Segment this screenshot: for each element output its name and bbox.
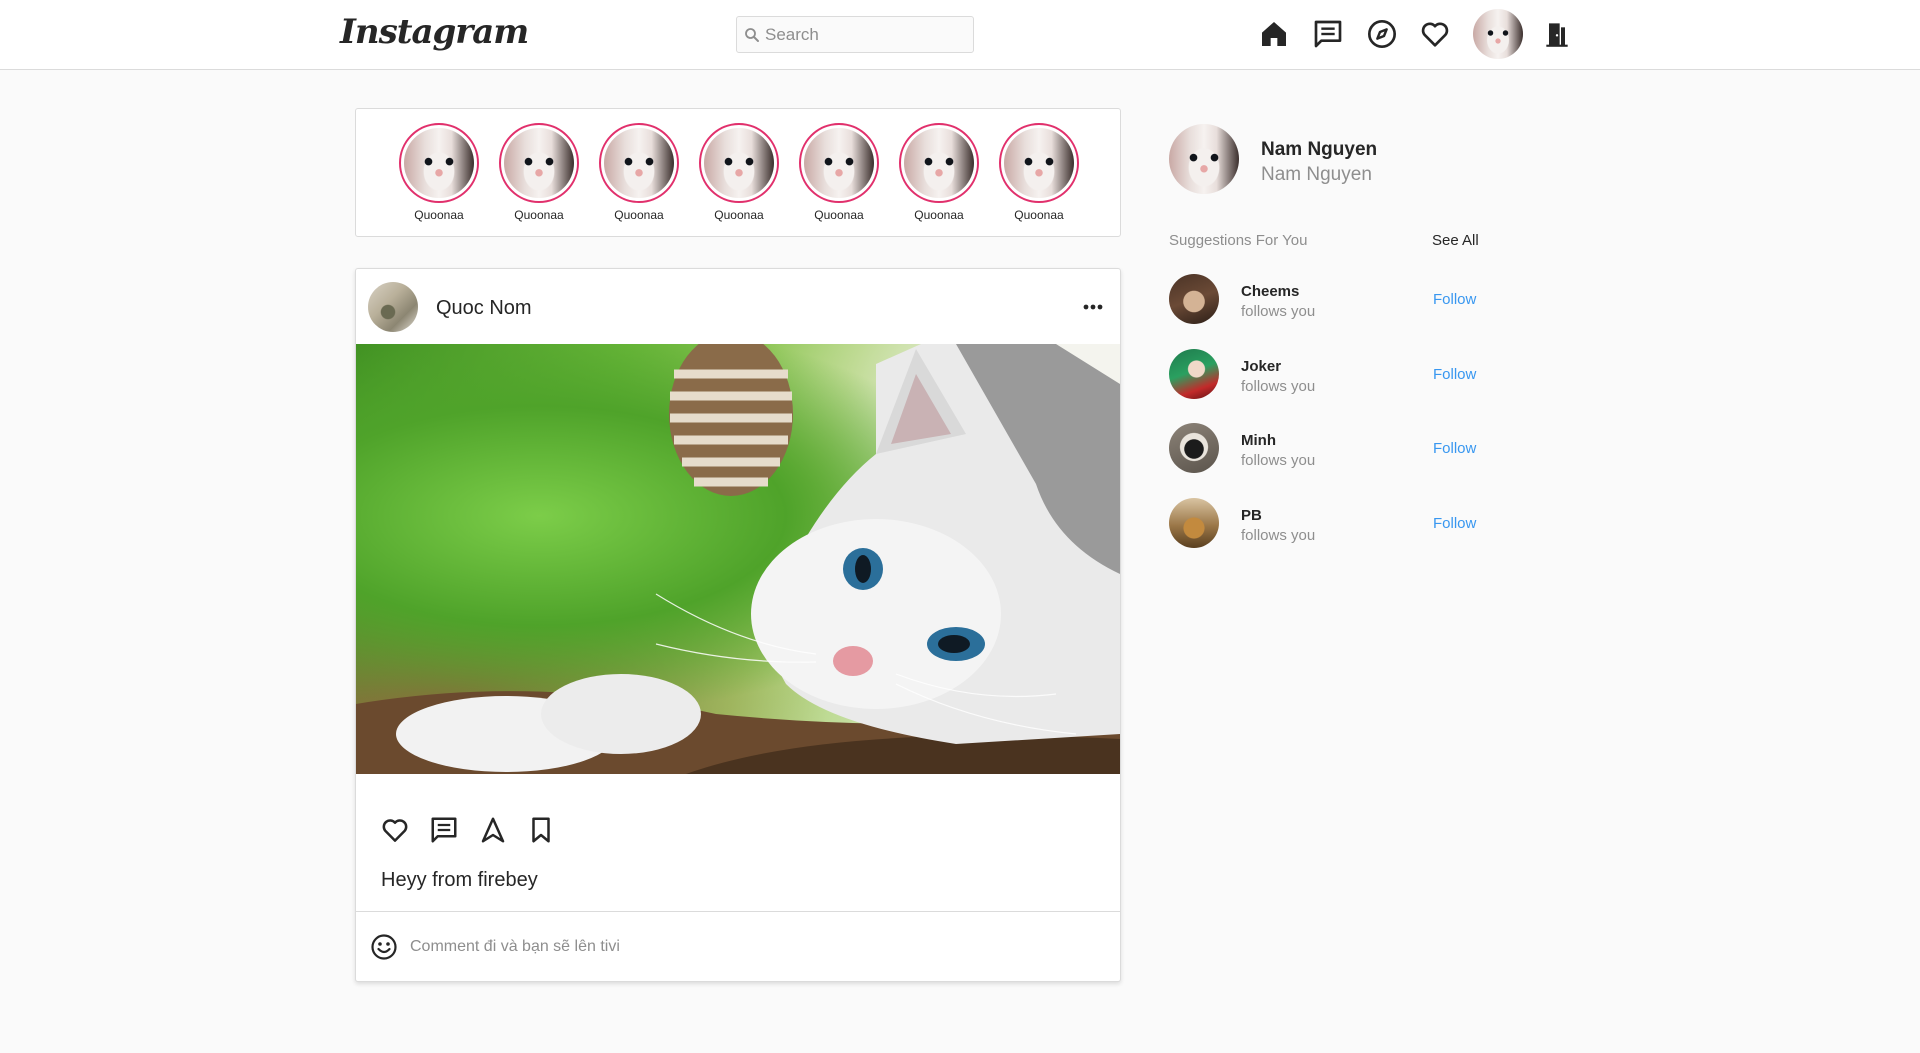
story-item[interactable]: Quoonaa: [394, 123, 484, 222]
more-options-icon[interactable]: [1079, 293, 1107, 321]
share-icon[interactable]: [478, 815, 508, 845]
suggestion-username[interactable]: PB: [1241, 507, 1262, 524]
story-item[interactable]: Quoonaa: [594, 123, 684, 222]
suggestion-avatar[interactable]: [1169, 498, 1219, 548]
story-item[interactable]: Quoonaa: [494, 123, 584, 222]
follow-button[interactable]: Follow: [1433, 515, 1476, 532]
story-item[interactable]: Quoonaa: [694, 123, 784, 222]
story-username: Quoonaa: [814, 208, 864, 222]
story-username: Quoonaa: [1014, 208, 1064, 222]
home-icon[interactable]: [1258, 18, 1290, 50]
story-avatar-ring: [599, 123, 679, 203]
search-input[interactable]: [765, 24, 965, 45]
current-user-avatar[interactable]: [1169, 124, 1239, 194]
comment-bar: [356, 911, 1120, 981]
story-avatar-ring: [899, 123, 979, 203]
suggestion-avatar[interactable]: [1169, 423, 1219, 473]
stories-bar: Quoonaa Quoonaa Quoonaa Quoonaa Quoonaa …: [355, 108, 1121, 237]
story-username: Quoonaa: [514, 208, 564, 222]
post-author-avatar[interactable]: [368, 282, 418, 332]
suggestions-title: Suggestions For You: [1169, 232, 1308, 249]
see-all-link[interactable]: See All: [1432, 232, 1479, 249]
follow-button[interactable]: Follow: [1433, 440, 1476, 457]
post-caption: Heyy from firebey: [381, 869, 538, 891]
emoji-icon[interactable]: [370, 933, 398, 961]
story-avatar: [704, 128, 774, 198]
suggestion-avatar[interactable]: [1169, 274, 1219, 324]
story-username: Quoonaa: [714, 208, 764, 222]
instagram-logo[interactable]: Instagram: [340, 12, 529, 52]
story-avatar: [504, 128, 574, 198]
story-item[interactable]: Quoonaa: [894, 123, 984, 222]
follow-button[interactable]: Follow: [1433, 366, 1476, 383]
post-author-name[interactable]: Quoc Nom: [436, 297, 532, 320]
suggestion-item: Joker follows you Follow: [1169, 349, 1482, 401]
story-avatar: [804, 128, 874, 198]
suggestion-subtitle: follows you: [1241, 527, 1316, 544]
story-avatar: [604, 128, 674, 198]
bookmark-icon[interactable]: [526, 815, 556, 845]
suggestion-username[interactable]: Minh: [1241, 432, 1276, 449]
profile-avatar[interactable]: [1473, 9, 1523, 59]
story-item[interactable]: Quoonaa: [994, 123, 1084, 222]
current-user-username[interactable]: Nam Nguyen: [1261, 139, 1377, 161]
story-avatar-ring: [999, 123, 1079, 203]
comment-icon[interactable]: [429, 815, 459, 845]
suggestion-item: Minh follows you Follow: [1169, 423, 1482, 475]
suggestion-username[interactable]: Cheems: [1241, 283, 1299, 300]
suggestion-avatar[interactable]: [1169, 349, 1219, 399]
suggestion-item: PB follows you Follow: [1169, 498, 1482, 550]
heart-icon[interactable]: [380, 815, 410, 845]
story-avatar-ring: [499, 123, 579, 203]
follow-button[interactable]: Follow: [1433, 291, 1476, 308]
suggestion-subtitle: follows you: [1241, 378, 1316, 395]
feed-post: Quoc Nom Heyy from firebey Comment đi và…: [355, 268, 1121, 982]
messages-icon[interactable]: [1312, 18, 1344, 50]
suggestion-subtitle: follows you: [1241, 452, 1316, 469]
story-avatar: [904, 128, 974, 198]
explore-icon[interactable]: [1366, 18, 1398, 50]
search-icon: [745, 27, 759, 42]
suggestion-item: Cheems follows you Follow: [1169, 274, 1482, 326]
top-nav-bar: Instagram: [0, 0, 1920, 70]
story-avatar-ring: [399, 123, 479, 203]
story-username: Quoonaa: [414, 208, 464, 222]
current-user-fullname: Nam Nguyen: [1261, 164, 1372, 185]
story-username: Quoonaa: [914, 208, 964, 222]
story-avatar: [404, 128, 474, 198]
comment-input[interactable]: [410, 931, 1090, 963]
story-avatar: [1004, 128, 1074, 198]
activity-heart-icon[interactable]: [1419, 18, 1451, 50]
story-username: Quoonaa: [614, 208, 664, 222]
logout-door-icon[interactable]: [1541, 18, 1573, 50]
suggestion-subtitle: follows you: [1241, 303, 1316, 320]
suggestion-username[interactable]: Joker: [1241, 358, 1281, 375]
story-item[interactable]: Quoonaa: [794, 123, 884, 222]
story-avatar-ring: [799, 123, 879, 203]
kitten-photo-illustration: [356, 344, 1120, 774]
post-photo[interactable]: [356, 344, 1120, 774]
story-avatar-ring: [699, 123, 779, 203]
search-box[interactable]: [736, 16, 974, 53]
